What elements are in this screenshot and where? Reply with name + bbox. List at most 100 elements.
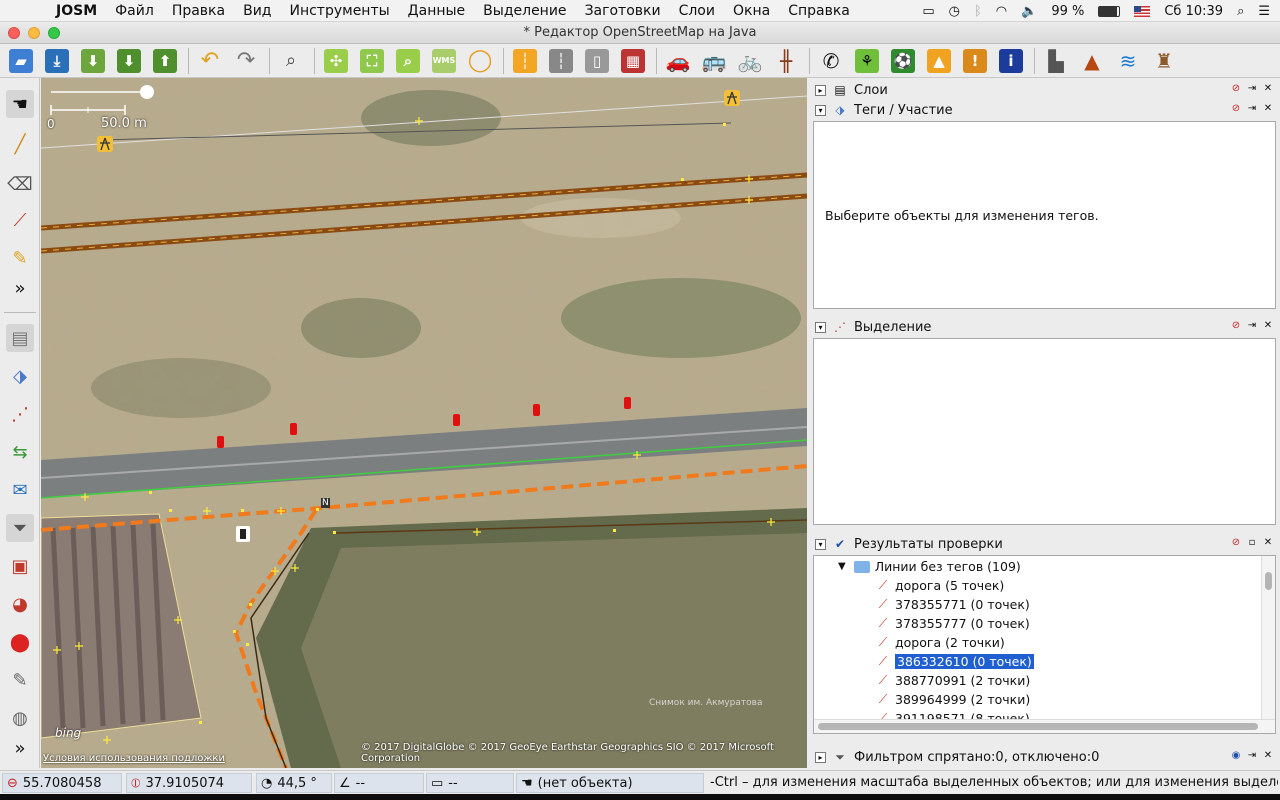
toggle-tags-button[interactable]: ⬗ (6, 362, 34, 390)
spotlight-icon[interactable]: ⌕ (1237, 4, 1244, 19)
map-view[interactable]: 0 50.0 m N Снимок им. Акмуратова bing Ус… (41, 78, 807, 768)
validation-tree[interactable]: ▼ Линии без тегов (109) ⟋ дорога (5 точек… (813, 555, 1276, 734)
toggle-layers-button[interactable]: ▤ (6, 324, 34, 352)
expand-toggle-icon[interactable]: ▸ (815, 84, 826, 96)
tree-item[interactable]: ⟋ дорога (2 точки) (876, 633, 1005, 652)
detach-icon[interactable]: ⊘ (1230, 320, 1242, 332)
menu-edit[interactable]: Правка (172, 3, 225, 19)
preset-hazard-button[interactable]: ! (960, 47, 990, 75)
menu-file[interactable]: Файл (115, 3, 154, 19)
tree-group[interactable]: ▼ Линии без тегов (109) (838, 557, 1021, 576)
notification-center-icon[interactable]: ☰ (1258, 4, 1270, 19)
preset-phone-button[interactable]: ✆ (816, 47, 846, 75)
preset-sport-button[interactable]: ⚘ (852, 47, 882, 75)
minimize-window-button[interactable] (28, 27, 40, 39)
imagery-wms-button[interactable]: WMS (429, 47, 459, 75)
tags-panel-header[interactable]: ▾ ⬗ Теги / Участие ⊘ ⇥ ✕ (810, 100, 1278, 120)
pin-icon[interactable]: ⇥ (1246, 750, 1258, 762)
minimize-icon[interactable]: ▫ (1246, 537, 1258, 549)
pin-icon[interactable]: ⇥ (1246, 320, 1258, 332)
preferences-button[interactable]: ⌕ (276, 47, 306, 75)
preset-industrial-button[interactable]: ▙ (1041, 47, 1071, 75)
redo-button[interactable]: ↷ (231, 47, 261, 75)
latitude-field[interactable]: ⊖ 55.7080458 (2, 773, 122, 793)
preset-castle-button[interactable]: ♜ (1149, 47, 1179, 75)
menu-help[interactable]: Справка (788, 3, 850, 19)
close-icon[interactable]: ✕ (1262, 320, 1274, 332)
fuel-station-icon[interactable] (236, 526, 250, 542)
close-window-button[interactable] (8, 27, 20, 39)
more-tools-button[interactable]: » (6, 274, 34, 302)
longitude-field[interactable]: ⦶ 37.9105074 (126, 773, 252, 793)
expand-toggle-icon[interactable]: ▸ (815, 751, 826, 763)
delete-tool-button[interactable]: ⌫ (6, 170, 34, 198)
menu-layers[interactable]: Слои (679, 3, 715, 19)
tree-item[interactable]: ⟋ 388770991 (2 точки) (876, 671, 1030, 690)
zoom-to-data-button[interactable]: ✣ (321, 47, 351, 75)
toggle-markers-button[interactable]: ⬤ (6, 628, 34, 656)
collapse-toggle-icon[interactable]: ▾ (815, 538, 826, 550)
bluetooth-icon[interactable]: ᛒ (974, 4, 982, 19)
zoom-actual-button[interactable]: ⌕ (393, 47, 423, 75)
pin-icon[interactable]: ⇥ (1246, 103, 1258, 115)
eye-icon[interactable]: ◉ (1230, 750, 1242, 762)
detach-icon[interactable]: ⊘ (1230, 83, 1242, 95)
preset-path-button[interactable]: ┆ (546, 47, 576, 75)
app-menu[interactable]: JOSM (56, 3, 97, 19)
preset-lane-button[interactable]: ▯ (582, 47, 612, 75)
menu-data[interactable]: Данные (408, 3, 466, 19)
selection-panel-header[interactable]: ▾ ⋰ Выделение ⊘ ⇥ ✕ (810, 317, 1278, 337)
download-button[interactable]: ⬇ (78, 47, 108, 75)
expand-arrow-icon[interactable]: ▼ (838, 561, 846, 572)
volume-icon[interactable]: 🔈 (1021, 4, 1037, 19)
imagery-terms-link[interactable]: Условия использования подложки (43, 753, 225, 764)
more-panels-button[interactable]: » (6, 734, 34, 762)
menu-presets[interactable]: Заготовки (585, 3, 661, 19)
toggle-changeset-button[interactable]: ✎ (6, 666, 34, 694)
airplay-icon[interactable]: ▭ (922, 4, 934, 19)
menu-selection[interactable]: Выделение (483, 3, 566, 19)
validation-panel-header[interactable]: ▾ ✔ Результаты проверки ⊘ ▫ ✕ (810, 534, 1278, 554)
horizontal-scrollbar[interactable] (814, 719, 1275, 733)
filter-panel-header[interactable]: ▸ ⏷ Фильтром спрятано:0, отключено:0 ◉ ⇥ ✕ (810, 747, 1278, 767)
preset-road-button[interactable]: ┆ (510, 47, 540, 75)
toggle-history-button[interactable]: ⇆ (6, 438, 34, 466)
menu-windows[interactable]: Окна (733, 3, 770, 19)
close-icon[interactable]: ✕ (1262, 750, 1274, 762)
lasso-button[interactable]: ◯ (465, 47, 495, 75)
collapse-toggle-icon[interactable]: ▾ (815, 104, 826, 116)
clock[interactable]: Сб 10:39 (1164, 4, 1223, 19)
vertical-scrollbar[interactable] (1261, 556, 1275, 720)
battery-percent[interactable]: 99 % (1051, 4, 1084, 19)
preset-football-button[interactable]: ⚽ (888, 47, 918, 75)
tree-item[interactable]: ⟋ 389964999 (2 точки) (876, 690, 1030, 709)
upload-button[interactable]: ⬆ (150, 47, 180, 75)
close-icon[interactable]: ✕ (1262, 83, 1274, 95)
scrollbar-thumb[interactable] (1265, 572, 1272, 590)
pin-icon[interactable]: ⇥ (1246, 83, 1258, 95)
tree-item[interactable]: ⟋ 378355777 (0 точек) (876, 614, 1030, 633)
us-flag-icon[interactable] (1134, 5, 1151, 17)
zoom-window-button[interactable] (48, 27, 60, 39)
toggle-relations-button[interactable]: ▣ (6, 552, 34, 580)
undo-button[interactable]: ↶ (195, 47, 225, 75)
collapse-toggle-icon[interactable]: ▾ (815, 321, 826, 333)
map-canvas[interactable] (41, 78, 807, 768)
toggle-notes-button[interactable]: ✉ (6, 476, 34, 504)
toggle-wiki-button[interactable]: ◍ (6, 704, 34, 732)
toggle-map-paint-button[interactable]: ◕ (6, 590, 34, 618)
preset-car-button[interactable]: 🚗 (663, 47, 693, 75)
close-icon[interactable]: ✕ (1262, 103, 1274, 115)
preset-shop-button[interactable]: ▲ (924, 47, 954, 75)
preset-info-button[interactable]: i (996, 47, 1026, 75)
preset-bus-button[interactable]: 🚌 (699, 47, 729, 75)
preset-water-button[interactable]: ≋ (1113, 47, 1143, 75)
menu-view[interactable]: Вид (243, 3, 271, 19)
download-area-button[interactable]: ⬇ (114, 47, 144, 75)
layers-panel-header[interactable]: ▸ ▤ Слои ⊘ ⇥ ✕ (810, 80, 1278, 100)
detach-icon[interactable]: ⊘ (1230, 537, 1242, 549)
preset-peak-button[interactable]: ▲ (1077, 47, 1107, 75)
detach-icon[interactable]: ⊘ (1230, 103, 1242, 115)
selection-panel-body[interactable] (813, 338, 1276, 525)
power-tower-icon[interactable] (724, 90, 740, 106)
